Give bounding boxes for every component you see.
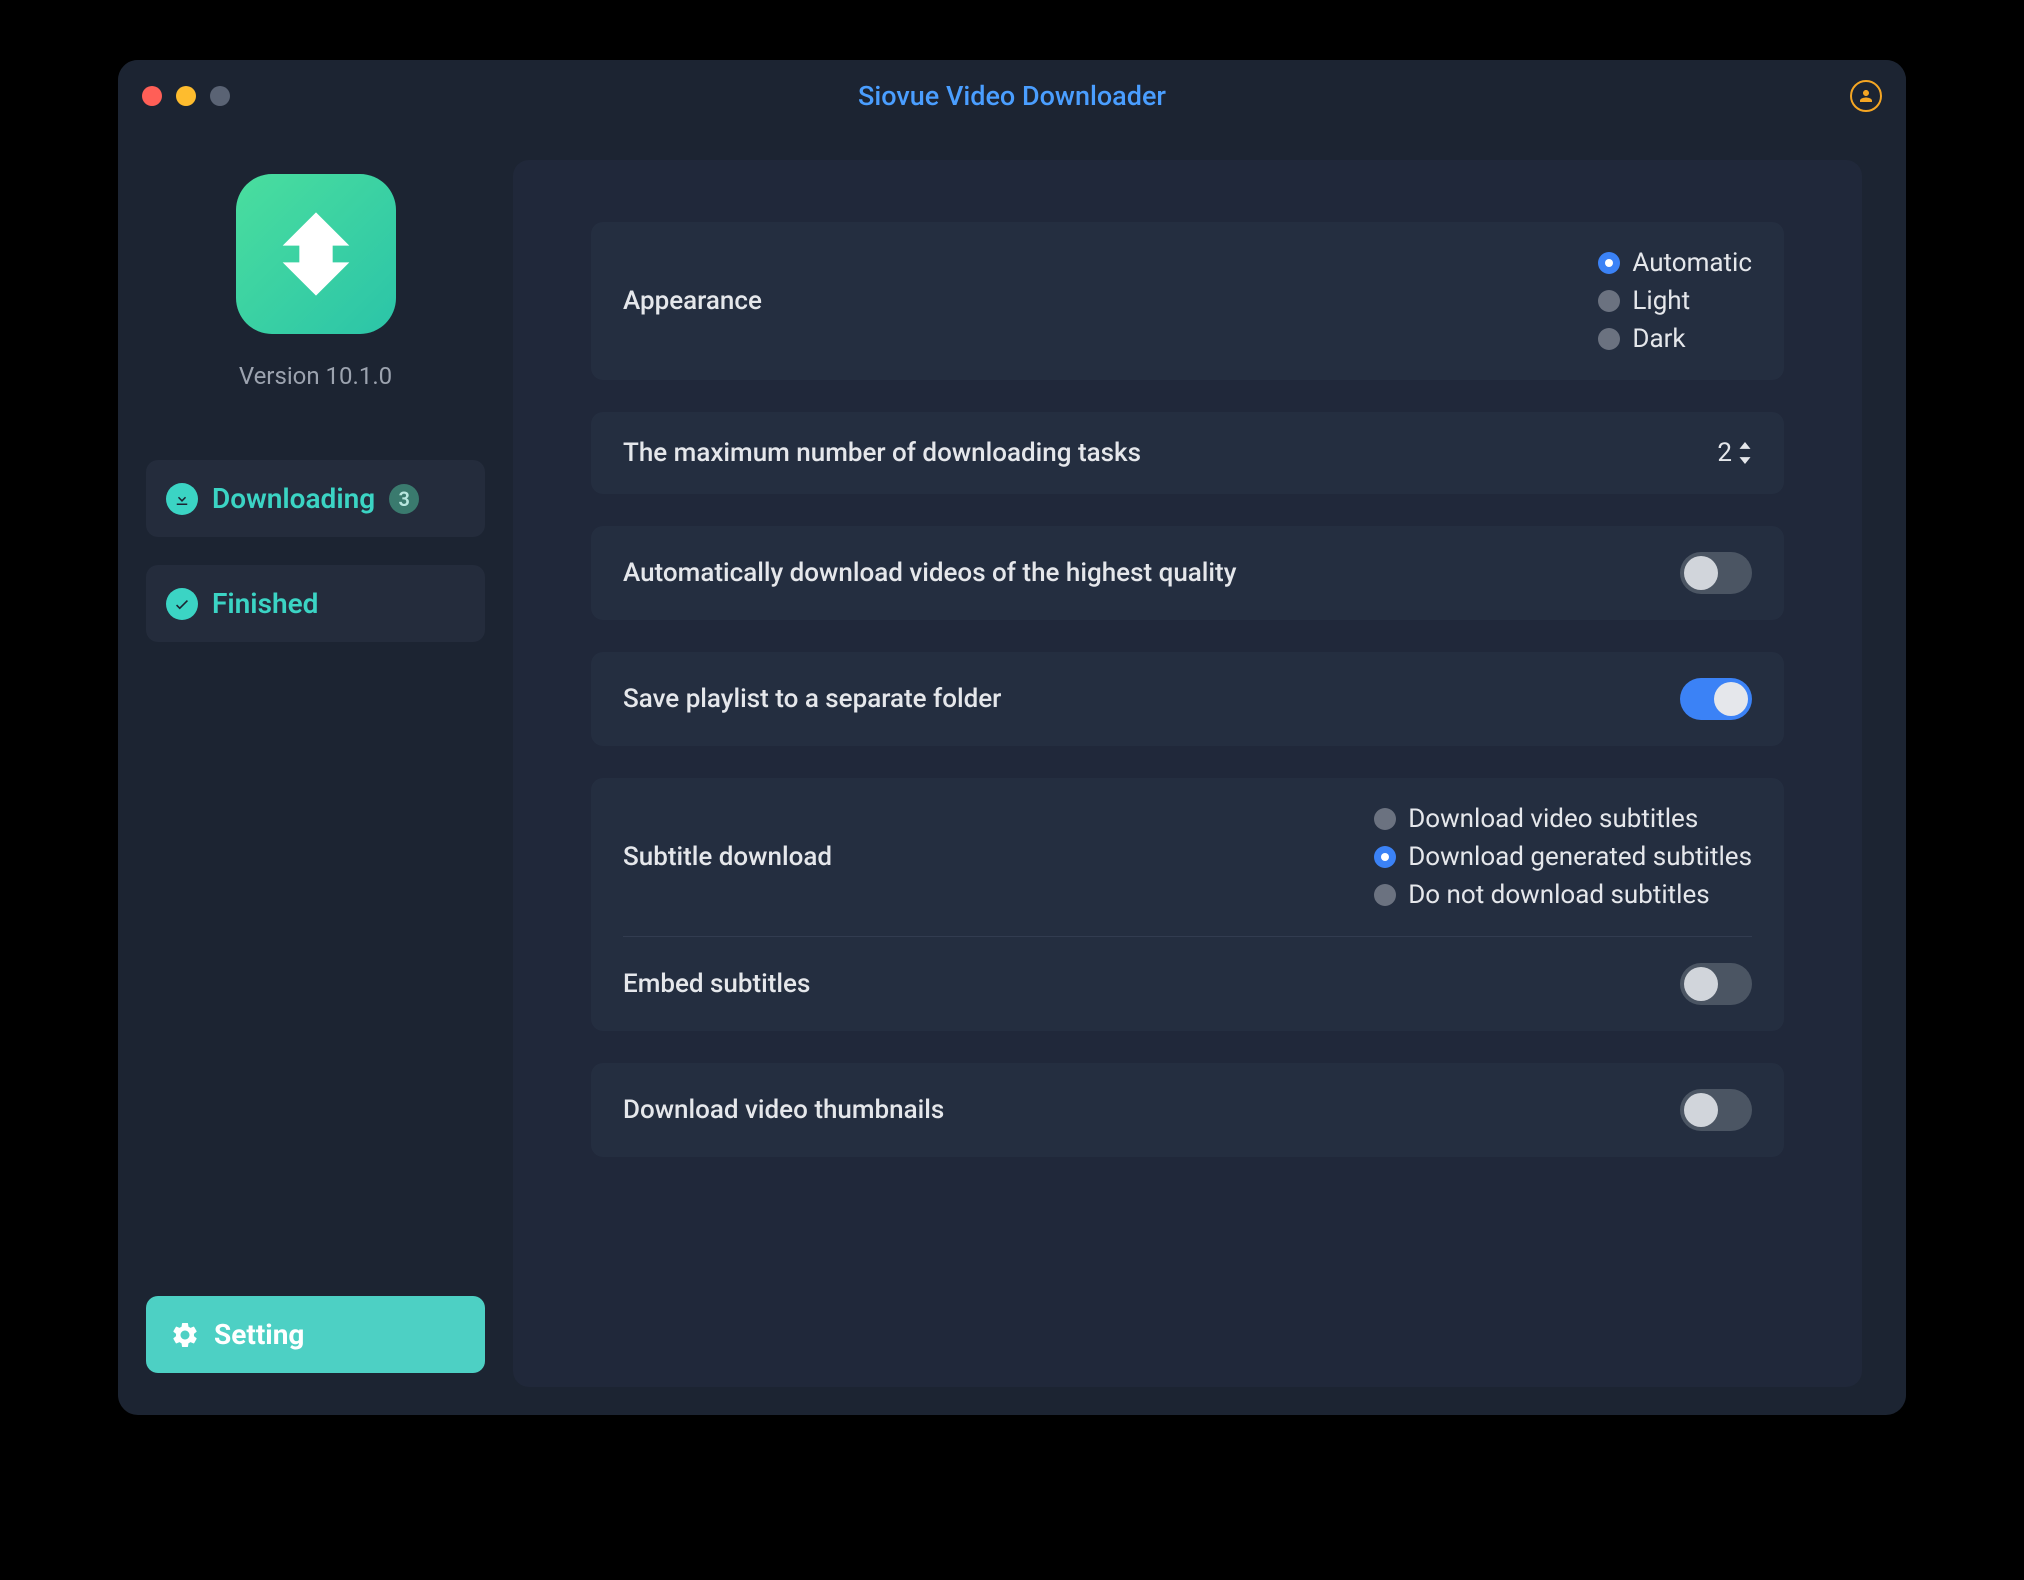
embed-subtitles-toggle[interactable] (1680, 963, 1752, 1005)
playlist-folder-toggle[interactable] (1680, 678, 1752, 720)
max-tasks-label: The maximum number of downloading tasks (623, 438, 1141, 468)
radio-label: Automatic (1632, 248, 1752, 278)
gear-icon (170, 1320, 200, 1350)
radio-label: Download generated subtitles (1408, 842, 1752, 872)
radio-appearance-dark[interactable]: Dark (1598, 324, 1752, 354)
radio-label: Dark (1632, 324, 1685, 354)
subtitle-label: Subtitle download (623, 842, 832, 872)
setting-button-label: Setting (214, 1318, 304, 1351)
thumbnails-label: Download video thumbnails (623, 1095, 944, 1125)
download-arrow-icon (266, 204, 366, 304)
radio-subtitle-video[interactable]: Download video subtitles (1374, 804, 1752, 834)
radio-appearance-light[interactable]: Light (1598, 286, 1752, 316)
app-title: Siovue Video Downloader (142, 80, 1882, 112)
radio-subtitle-generated[interactable]: Download generated subtitles (1374, 842, 1752, 872)
radio-icon (1598, 290, 1620, 312)
user-icon (1857, 87, 1875, 105)
radio-icon (1374, 884, 1396, 906)
setting-button[interactable]: Setting (146, 1296, 485, 1373)
auto-quality-label: Automatically download videos of the hig… (623, 558, 1236, 588)
app-body: Version 10.1.0 Downloading 3 Finished (118, 132, 1906, 1415)
appearance-radio-group: Automatic Light Dark (1598, 248, 1752, 354)
close-button[interactable] (142, 86, 162, 106)
radio-label: Do not download subtitles (1408, 880, 1710, 910)
setting-subtitle-download: Subtitle download Download video subtitl… (591, 778, 1784, 936)
user-account-button[interactable] (1850, 80, 1882, 112)
sidebar: Version 10.1.0 Downloading 3 Finished (118, 132, 513, 1415)
titlebar: Siovue Video Downloader (118, 60, 1906, 132)
settings-panel: Appearance Automatic Light Dark (513, 160, 1862, 1387)
subtitle-radio-group: Download video subtitles Download genera… (1374, 804, 1752, 910)
check-icon (166, 588, 198, 620)
chevron-up-down-icon (1738, 442, 1752, 464)
setting-thumbnails: Download video thumbnails (591, 1063, 1784, 1157)
radio-subtitle-none[interactable]: Do not download subtitles (1374, 880, 1752, 910)
sidebar-item-label: Finished (212, 587, 318, 620)
window-controls (142, 86, 230, 106)
sidebar-item-label: Downloading (212, 482, 375, 515)
minimize-button[interactable] (176, 86, 196, 106)
sidebar-nav: Downloading 3 Finished (146, 460, 485, 642)
appearance-label: Appearance (623, 286, 762, 316)
auto-quality-toggle[interactable] (1680, 552, 1752, 594)
radio-icon (1374, 808, 1396, 830)
setting-auto-quality: Automatically download videos of the hig… (591, 526, 1784, 620)
radio-icon (1598, 328, 1620, 350)
radio-label: Light (1632, 286, 1690, 316)
max-tasks-stepper[interactable]: 2 (1717, 438, 1752, 468)
setting-max-tasks: The maximum number of downloading tasks … (591, 412, 1784, 494)
downloading-badge: 3 (389, 484, 419, 514)
playlist-folder-label: Save playlist to a separate folder (623, 684, 1001, 714)
thumbnails-toggle[interactable] (1680, 1089, 1752, 1131)
stepper-value: 2 (1717, 438, 1732, 468)
app-window: Siovue Video Downloader Version 10.1.0 D… (118, 60, 1906, 1415)
radio-appearance-automatic[interactable]: Automatic (1598, 248, 1752, 278)
main-content: Appearance Automatic Light Dark (513, 132, 1906, 1415)
version-text: Version 10.1.0 (146, 362, 485, 390)
setting-subtitle-group: Subtitle download Download video subtitl… (591, 778, 1784, 1031)
download-icon (166, 483, 198, 515)
radio-icon (1374, 846, 1396, 868)
setting-appearance: Appearance Automatic Light Dark (591, 222, 1784, 380)
maximize-button[interactable] (210, 86, 230, 106)
sidebar-item-downloading[interactable]: Downloading 3 (146, 460, 485, 537)
setting-embed-subtitles: Embed subtitles (591, 937, 1784, 1031)
radio-icon (1598, 252, 1620, 274)
setting-playlist-folder: Save playlist to a separate folder (591, 652, 1784, 746)
radio-label: Download video subtitles (1408, 804, 1698, 834)
embed-subtitles-label: Embed subtitles (623, 969, 810, 999)
sidebar-item-finished[interactable]: Finished (146, 565, 485, 642)
app-logo (236, 174, 396, 334)
